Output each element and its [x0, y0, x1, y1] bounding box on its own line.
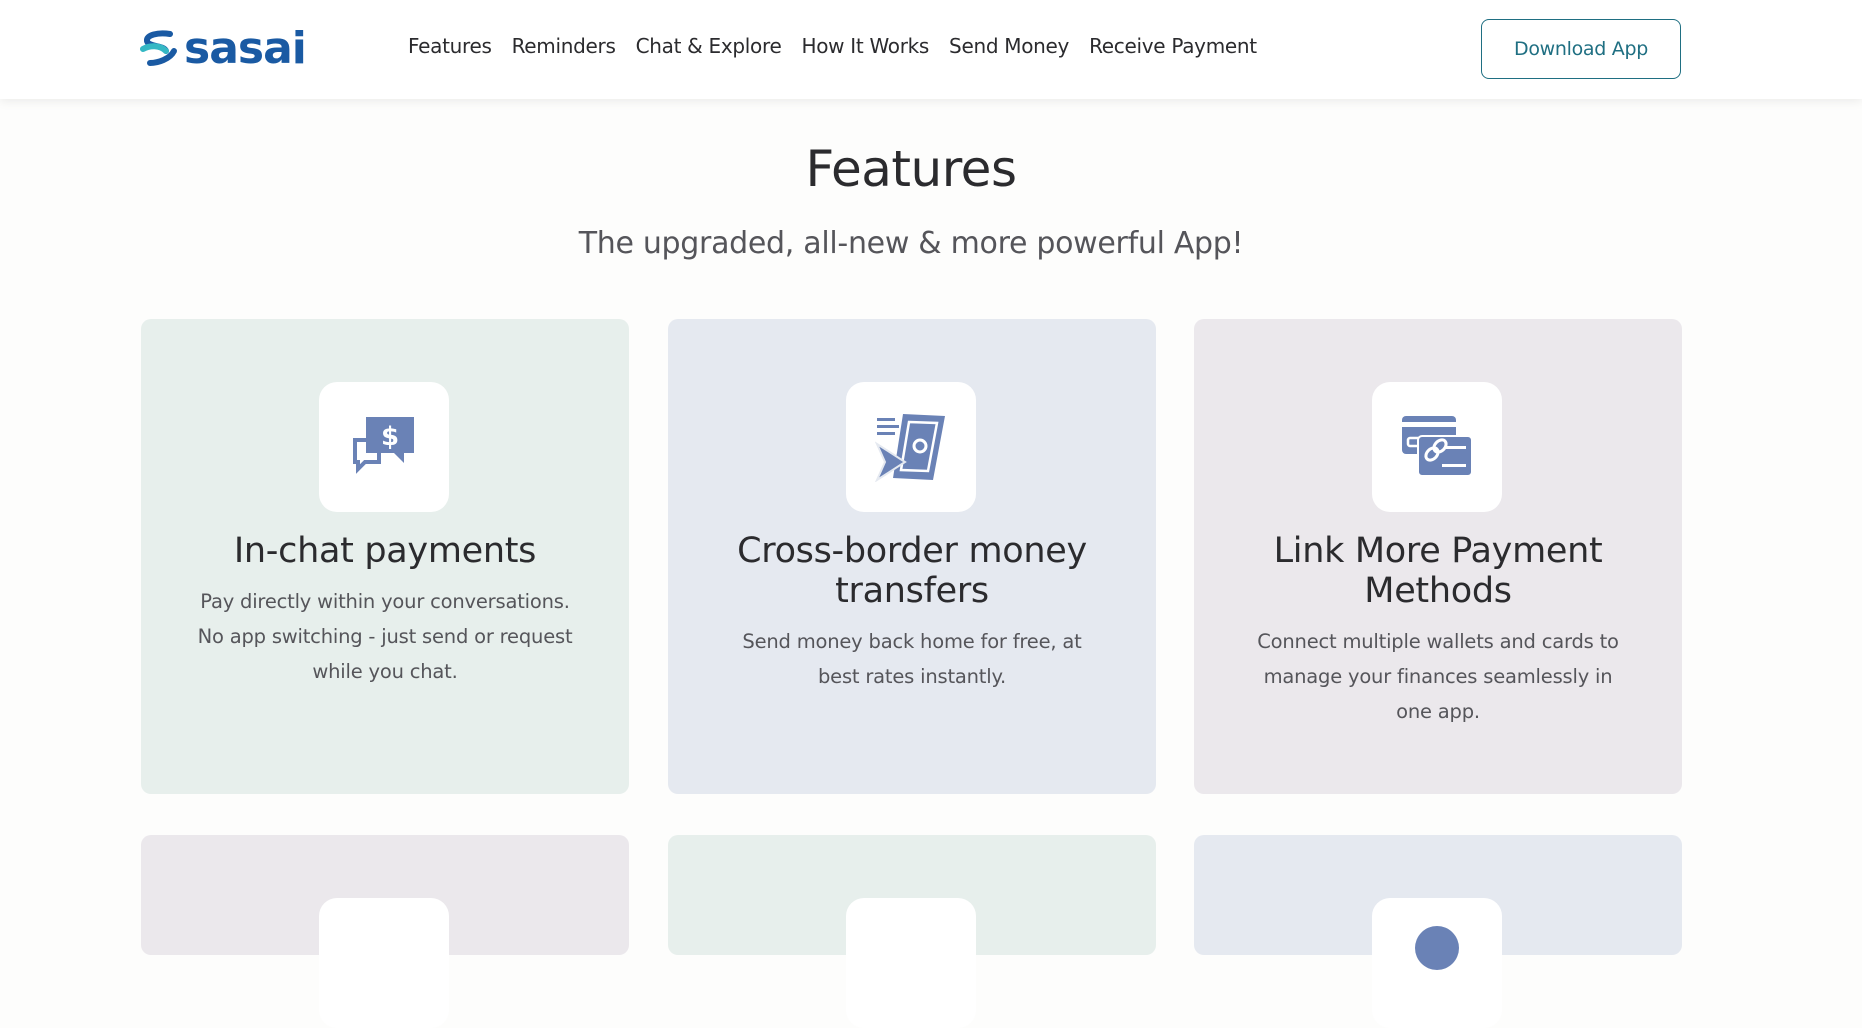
- feature-card-title: In-chat payments: [233, 531, 537, 571]
- feature-icon-box: $: [319, 382, 449, 512]
- sasai-logo[interactable]: sasai: [140, 23, 307, 74]
- feature-card-title: Cross-border money transfers: [737, 531, 1087, 611]
- feature-card-description: Connect multiple wallets and cards to ma…: [1257, 630, 1619, 723]
- feature-card-row2-3: [1194, 835, 1682, 1028]
- feature-icon-box: [1372, 898, 1502, 1028]
- nav-item-reminders[interactable]: Reminders: [512, 34, 616, 58]
- feature-card-row2-2: [668, 835, 1156, 1028]
- features-subtitle: The upgraded, all-new & more powerful Ap…: [578, 226, 1244, 261]
- feature-card-in-chat-payments: $ In-chat payments Pay directly within y…: [141, 319, 629, 794]
- feature-card-link-payment-methods: Link More Payment Methods Connect multip…: [1194, 319, 1682, 794]
- feature-card-cross-border: Cross-border money transfers Send money …: [668, 319, 1156, 794]
- feature-icon-box: [846, 382, 976, 512]
- features-heading: Features: [805, 140, 1018, 198]
- partial-icon: [1415, 926, 1459, 970]
- nav-item-how-it-works[interactable]: How It Works: [801, 34, 929, 58]
- nav-item-receive-payment[interactable]: Receive Payment: [1089, 34, 1257, 58]
- feature-card-description: Send money back home for free, at best r…: [742, 630, 1082, 688]
- feature-icon-box: [846, 898, 976, 1028]
- feature-card-description: Pay directly within your conversations. …: [197, 590, 573, 683]
- main-nav: Features Reminders Chat & Explore How It…: [408, 34, 1277, 58]
- feature-icon-box: [1372, 382, 1502, 512]
- sasai-logo-icon: [140, 30, 177, 66]
- nav-item-send-money[interactable]: Send Money: [949, 34, 1069, 58]
- svg-text:$: $: [381, 422, 399, 452]
- logo-wordmark: sasai: [184, 23, 307, 74]
- download-app-button[interactable]: Download App: [1481, 19, 1681, 79]
- feature-card-title: Link More Payment Methods: [1273, 531, 1603, 611]
- feature-card-row2-1: [141, 835, 629, 1028]
- nav-item-features[interactable]: Features: [408, 34, 492, 58]
- nav-item-chat-explore[interactable]: Chat & Explore: [636, 34, 782, 58]
- linked-cards-icon: [1402, 416, 1473, 477]
- money-transfer-icon: [875, 414, 945, 482]
- site-header: sasai Features Reminders Chat & Explore …: [0, 0, 1862, 99]
- feature-icon-box: [319, 898, 449, 1028]
- chat-dollar-icon: $: [353, 417, 414, 474]
